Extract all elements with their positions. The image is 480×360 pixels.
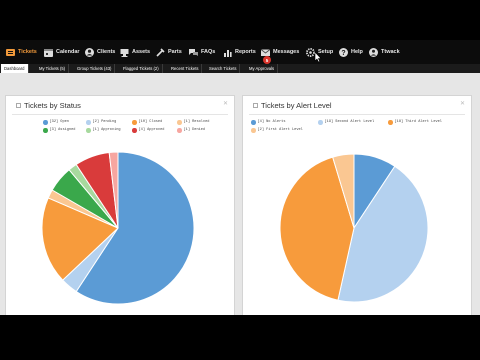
legend-item: [32] Open bbox=[43, 120, 69, 125]
nav-tickets[interactable]: Tickets bbox=[4, 40, 37, 64]
legend-label: [19] Second Alert Level bbox=[324, 120, 375, 125]
panel-title-text: Tickets by Status bbox=[24, 101, 81, 110]
nav-clients-label: Clients bbox=[97, 49, 116, 55]
legend-label: [2] Pending bbox=[92, 120, 117, 125]
legend-item: [4] No Alerts bbox=[251, 120, 286, 125]
legend-swatch bbox=[251, 120, 256, 125]
nav-assets[interactable]: Assets bbox=[118, 40, 150, 64]
messages-count-badge: 5 bbox=[263, 56, 271, 64]
ticket-subtabs: Dashboard My Tickets (5) Group Tickets (… bbox=[0, 64, 480, 73]
nav-parts-label: Parts bbox=[168, 49, 182, 55]
legend-item: [10] Closed bbox=[132, 120, 162, 125]
drag-handle-icon[interactable] bbox=[16, 103, 21, 108]
divider bbox=[249, 114, 465, 115]
calendar-icon bbox=[42, 46, 54, 58]
legend-item: [2] Pending bbox=[86, 120, 116, 125]
legend-swatch bbox=[318, 120, 323, 125]
nav-assets-label: Assets bbox=[132, 49, 151, 55]
nav-help[interactable]: ? Help bbox=[337, 40, 363, 64]
close-icon[interactable]: ✕ bbox=[460, 100, 465, 107]
legend-label: [32] Open bbox=[49, 120, 69, 125]
legend-swatch bbox=[388, 120, 393, 125]
legend-swatch bbox=[86, 128, 91, 133]
top-navigation-bar: Tickets Calendar Clients Assets Parts FA… bbox=[0, 40, 480, 64]
legend-swatch bbox=[251, 128, 256, 133]
clients-icon bbox=[83, 46, 95, 58]
nav-user-label: Ttwack bbox=[381, 49, 400, 55]
mouse-cursor-icon bbox=[314, 51, 322, 63]
legend-swatch bbox=[177, 120, 182, 125]
tab-group-tickets[interactable]: Group Tickets (43) bbox=[74, 64, 116, 73]
nav-clients[interactable]: Clients bbox=[83, 40, 115, 64]
legend-label: [2] First Alert Level bbox=[257, 128, 303, 133]
legend-label: [1] Resolved bbox=[183, 120, 210, 125]
divider bbox=[12, 114, 228, 115]
tickets-by-alert-level-pie bbox=[279, 153, 429, 303]
legend-swatch bbox=[177, 128, 182, 133]
nav-faqs-label: FAQs bbox=[201, 49, 216, 55]
tickets-by-status-pie bbox=[41, 151, 195, 305]
svg-text:?: ? bbox=[341, 50, 345, 57]
legend-swatch bbox=[43, 120, 48, 125]
tickets-icon bbox=[4, 46, 16, 58]
nav-reports[interactable]: Reports bbox=[221, 40, 256, 64]
legend-item: [1] Approving bbox=[86, 128, 121, 133]
legend-swatch bbox=[86, 120, 91, 125]
dashboard-content: Tickets by Status ✕ [32] Open [2] Pendin… bbox=[0, 73, 480, 337]
legend-label: [4] No Alerts bbox=[257, 120, 286, 125]
tab-dashboard[interactable]: Dashboard bbox=[1, 64, 29, 73]
legend-swatch bbox=[132, 128, 137, 133]
nav-calendar[interactable]: Calendar bbox=[42, 40, 80, 64]
tab-my-approvals[interactable]: My Approvals bbox=[246, 64, 279, 73]
nav-reports-label: Reports bbox=[235, 49, 256, 55]
legend-item: [19] Second Alert Level bbox=[318, 120, 374, 125]
legend-label: [10] Closed bbox=[138, 120, 163, 125]
nav-calendar-label: Calendar bbox=[56, 49, 80, 55]
panel-title: Tickets by Alert Level bbox=[253, 101, 332, 110]
reports-icon bbox=[221, 46, 233, 58]
legend-item: [1] Resolved bbox=[177, 120, 209, 125]
nav-help-label: Help bbox=[351, 49, 363, 55]
nav-parts[interactable]: Parts bbox=[154, 40, 182, 64]
legend-item: [4] Approved bbox=[132, 128, 164, 133]
legend-label: [18] Third Alert Level bbox=[394, 120, 442, 125]
tab-search-tickets[interactable]: Search Tickets bbox=[206, 64, 241, 73]
nav-tickets-label: Tickets bbox=[18, 49, 37, 55]
legend-label: [3] Assigned bbox=[49, 128, 76, 133]
nav-user[interactable]: Ttwack bbox=[367, 40, 400, 64]
user-icon bbox=[367, 46, 379, 58]
legend-label: [1] Denied bbox=[183, 128, 206, 133]
assets-icon bbox=[118, 46, 130, 58]
legend-label: [4] Approved bbox=[138, 128, 165, 133]
legend-swatch bbox=[43, 128, 48, 133]
faqs-icon bbox=[187, 46, 199, 58]
tab-my-tickets[interactable]: My Tickets (5) bbox=[36, 64, 70, 73]
nav-messages[interactable]: Messages 5 bbox=[259, 40, 299, 64]
panel-title: Tickets by Status bbox=[16, 101, 81, 110]
legend-item: [2] First Alert Level bbox=[251, 128, 303, 133]
legend-swatch bbox=[132, 120, 137, 125]
drag-handle-icon[interactable] bbox=[253, 103, 258, 108]
legend-item: [3] Assigned bbox=[43, 128, 75, 133]
close-icon[interactable]: ✕ bbox=[223, 100, 228, 107]
legend-item: [1] Denied bbox=[177, 128, 205, 133]
legend-label: [1] Approving bbox=[92, 128, 121, 133]
panel-tickets-by-status: Tickets by Status ✕ [32] Open [2] Pendin… bbox=[5, 95, 235, 337]
help-icon: ? bbox=[337, 46, 349, 58]
tab-flagged-tickets[interactable]: Flagged Tickets (2) bbox=[120, 64, 163, 73]
nav-messages-label: Messages bbox=[273, 49, 300, 55]
bottom-letterbox bbox=[0, 315, 480, 360]
tab-recent-tickets[interactable]: Recent Tickets bbox=[168, 64, 203, 73]
parts-icon bbox=[154, 46, 166, 58]
panel-tickets-by-alert-level: Tickets by Alert Level ✕ [4] No Alerts [… bbox=[242, 95, 472, 337]
legend-item: [18] Third Alert Level bbox=[388, 120, 442, 125]
nav-faqs[interactable]: FAQs bbox=[187, 40, 215, 64]
panel-title-text: Tickets by Alert Level bbox=[261, 101, 332, 110]
